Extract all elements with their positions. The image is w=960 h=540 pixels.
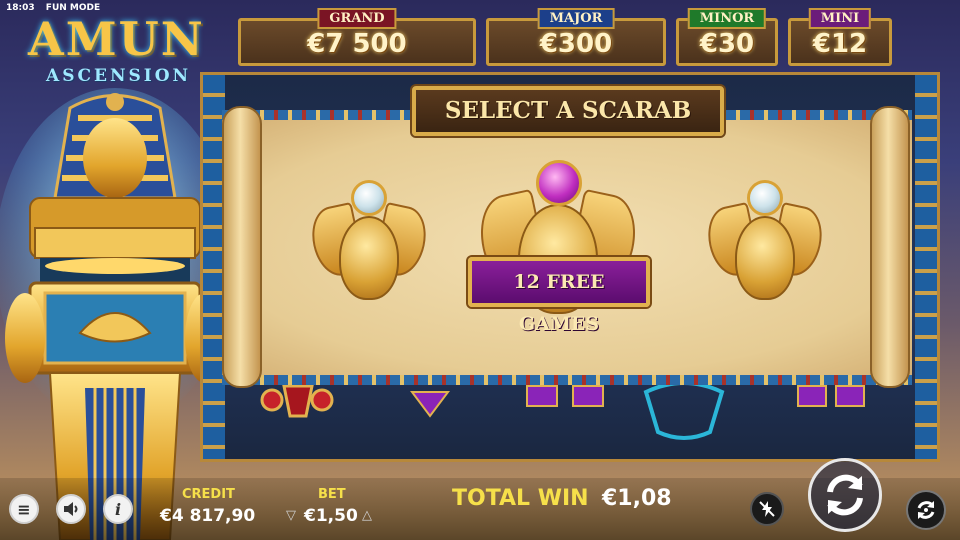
scroll-roll-left [222, 106, 262, 388]
game-logo: AMUN ASCENSION [18, 12, 203, 92]
speaker-icon[interactable] [56, 494, 86, 524]
reel-symbol-purple-pair [526, 385, 604, 407]
jackpot-mini: MINI €12 [788, 8, 892, 66]
prize-text: 12 FREE GAMES [513, 271, 605, 335]
jackpot-mini-value: €12 [812, 29, 868, 59]
lightning-off-icon[interactable] [750, 492, 784, 526]
bet-label: BET [318, 487, 346, 502]
white-gem-icon [747, 180, 783, 216]
select-scarab-title: SELECT A SCARAB [444, 97, 692, 124]
logo-title: AMUN [28, 12, 205, 66]
total-win-value: €1,08 [602, 486, 672, 511]
reel-symbol-scarab-outline [643, 382, 725, 440]
scarab-choice-right[interactable] [702, 178, 828, 308]
spin-button[interactable] [808, 458, 882, 532]
menu-icon[interactable]: ≡ [9, 494, 39, 524]
total-win-label: TOTAL WIN [452, 486, 589, 511]
logo-subtitle: ASCENSION [46, 66, 192, 86]
spin-arrows-icon [827, 474, 863, 516]
jackpot-minor-value: €30 [699, 29, 755, 59]
reel-symbol-jewel [260, 384, 334, 418]
bet-increase-icon[interactable]: △ [362, 508, 372, 523]
hieroglyph-band-bottom [222, 375, 912, 385]
autoplay-icon[interactable] [906, 490, 946, 530]
white-gem-icon [351, 180, 387, 216]
jackpot-grand: GRAND €7 500 [238, 8, 476, 66]
purple-gem-icon [536, 160, 582, 206]
scarab-choice-left[interactable] [306, 178, 432, 308]
prize-banner: 12 FREE GAMES [468, 257, 650, 335]
jackpot-major-value: €300 [539, 29, 613, 59]
jackpot-grand-label: GRAND [317, 8, 397, 29]
credit-label: CREDIT [182, 487, 235, 502]
credit-value: €4 817,90 [160, 506, 256, 526]
right-pillar [915, 75, 937, 459]
select-scarab-banner: SELECT A SCARAB [412, 86, 724, 136]
info-icon[interactable]: i [103, 494, 133, 524]
bet-decrease-icon[interactable]: ▽ [286, 508, 296, 523]
reel-symbol-purple-right [797, 385, 865, 407]
jackpot-minor: MINOR €30 [676, 8, 778, 66]
reel-symbol-purple-gem [410, 391, 450, 418]
bet-value: €1,50 [304, 506, 358, 526]
scroll-roll-right [870, 106, 910, 388]
pharaoh-character [0, 88, 230, 540]
jackpot-mini-label: MINI [808, 8, 872, 29]
jackpot-minor-label: MINOR [687, 8, 767, 29]
jackpot-grand-value: €7 500 [307, 29, 407, 59]
jackpot-major: MAJOR €300 [486, 8, 666, 66]
jackpot-major-label: MAJOR [537, 8, 615, 29]
